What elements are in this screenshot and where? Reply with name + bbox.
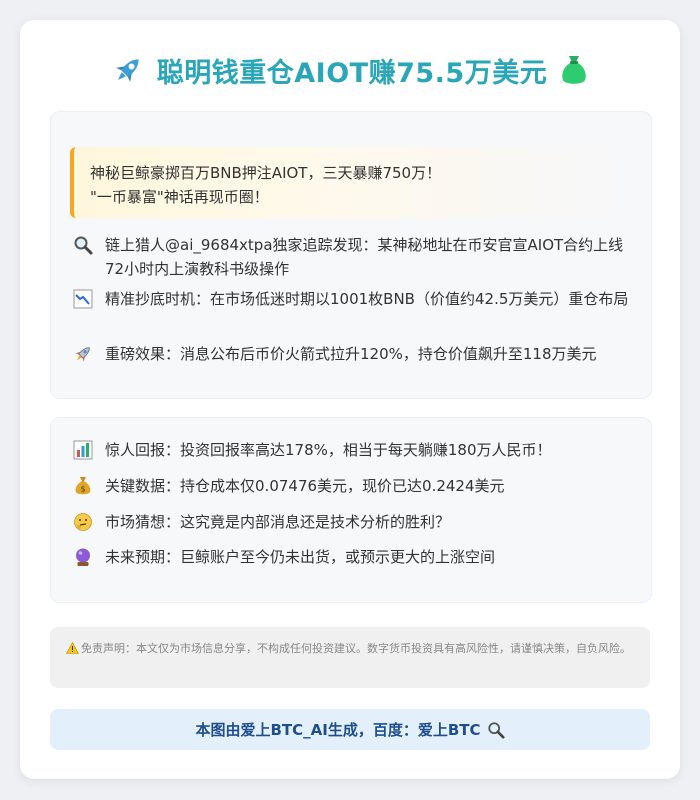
thinking-face-icon xyxy=(71,510,95,534)
insight-text: 市场猜想：这究竟是内部消息还是技术分析的胜利？ xyxy=(105,513,451,531)
highlight-line-2: "一币暴富"神话再现币圈！ xyxy=(90,188,269,206)
title-text: 聪明钱重仓AIOT赚75.5万美元 xyxy=(156,57,548,89)
chart-down-icon xyxy=(71,287,95,311)
rocket-icon xyxy=(111,53,145,87)
insight-item: 市场猜想：这究竟是内部消息还是技术分析的胜利？ xyxy=(71,510,641,534)
detail-item: 链上猎人@ai_9684xtpa独家追踪发现：某神秘地址在币安官宣AIOT合约上… xyxy=(71,233,641,281)
crystal-ball-icon xyxy=(71,545,95,569)
page-title: 聪明钱重仓AIOT赚75.5万美元 xyxy=(0,44,700,96)
detail-text: 精准抄底时机：在市场低迷时期以1001枚BNB（价值约42.5万美元）重仓布局 xyxy=(105,290,629,308)
insight-text: 未来预期：巨鲸账户至今仍未出货，或预示更大的上涨空间 xyxy=(105,548,496,566)
detail-item: 重磅效果：消息公布后币价火箭式拉升120%，持仓价值飙升至118万美元 xyxy=(71,342,641,366)
insight-item: 惊人回报：投资回报率高达178%，相当于每天躺赚180万人民币！ xyxy=(71,438,641,462)
detail-item: 精准抄底时机：在市场低迷时期以1001枚BNB（价值约42.5万美元）重仓布局 xyxy=(71,287,641,311)
insight-text: 关键数据：持仓成本仅0.07476美元，现价已达0.2424美元 xyxy=(105,477,505,495)
insight-item: $ 关键数据：持仓成本仅0.07476美元，现价已达0.2424美元 xyxy=(71,474,641,498)
svg-text:$: $ xyxy=(80,485,85,494)
magnifier-icon xyxy=(71,233,95,257)
money-bag-icon xyxy=(559,53,589,87)
insight-item: 未来预期：巨鲸账户至今仍未出货，或预示更大的上涨空间 xyxy=(71,545,641,569)
footer-text: 本图由爱上BTC_AI生成，百度：爱上BTC xyxy=(195,721,481,739)
magnifier-icon xyxy=(487,721,505,739)
disclaimer-box: 免责声明：本文仅为市场信息分享，不构成任何投资建议。数字货币投资具有高风险性，请… xyxy=(50,627,650,688)
footer-banner: 本图由爱上BTC_AI生成，百度：爱上BTC xyxy=(50,709,650,750)
highlight-callout: 神秘巨鲸豪掷百万BNB押注AIOT，三天暴赚750万！ "一币暴富"神话再现币圈… xyxy=(70,147,630,218)
disclaimer-text: 免责声明：本文仅为市场信息分享，不构成任何投资建议。数字货币投资具有高风险性，请… xyxy=(81,642,631,655)
warning-icon xyxy=(65,641,80,659)
bar-chart-icon xyxy=(71,438,95,462)
detail-text: 链上猎人@ai_9684xtpa独家追踪发现：某神秘地址在币安官宣AIOT合约上… xyxy=(105,236,624,278)
detail-text: 重磅效果：消息公布后币价火箭式拉升120%，持仓价值飙升至118万美元 xyxy=(105,345,597,363)
insight-text: 惊人回报：投资回报率高达178%，相当于每天躺赚180万人民币！ xyxy=(105,441,552,459)
money-bag-icon: $ xyxy=(71,474,95,498)
highlight-line-1: 神秘巨鲸豪掷百万BNB押注AIOT，三天暴赚750万！ xyxy=(90,164,442,182)
rocket-icon xyxy=(71,342,95,366)
